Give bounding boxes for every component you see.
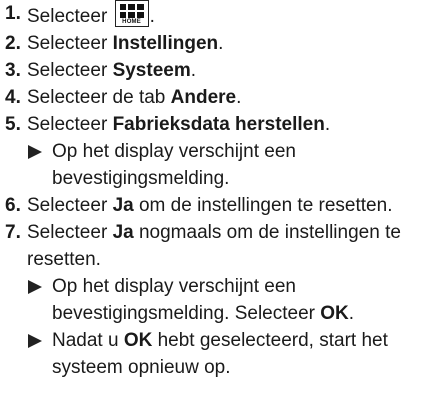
step-text: Selecteer	[27, 33, 108, 54]
step-number: 4.	[5, 87, 21, 108]
step-1: 1. Selecteer HOME .	[5, 0, 432, 30]
step-5: 5. Selecteer Fabrieksdata herstellen. Op…	[5, 111, 432, 192]
grid-icon	[119, 4, 144, 18]
result-note: Op het display verschijnt een bevestigin…	[27, 138, 432, 192]
step-number: 7.	[5, 222, 21, 243]
step-punctuation: .	[236, 87, 242, 108]
instruction-document: 1. Selecteer HOME . 2. Selecteer Instell…	[0, 0, 436, 397]
step-list: 1. Selecteer HOME . 2. Selecteer Instell…	[0, 0, 436, 381]
option-label: Ja	[112, 195, 134, 216]
menu-item-label: Systeem	[112, 60, 191, 81]
option-label: Ja	[112, 222, 134, 243]
step-4: 4. Selecteer de tab Andere.	[5, 84, 432, 111]
step-2: 2. Selecteer Instellingen.	[5, 30, 432, 57]
menu-item-label: Fabrieksdata herstellen	[112, 114, 325, 135]
step-6: 6. Selecteer Ja om de instellingen te re…	[5, 192, 432, 219]
result-text: Nadat u	[52, 330, 119, 351]
result-text: Op het display verschijnt een bevestigin…	[52, 276, 315, 324]
triangle-right-icon	[28, 145, 42, 159]
tab-label: Andere	[170, 87, 237, 108]
step-number: 1.	[5, 3, 21, 24]
step-punctuation: .	[348, 303, 355, 324]
step-text: Selecteer	[27, 114, 108, 135]
home-icon-label: HOME	[122, 19, 141, 25]
home-icon: HOME	[114, 0, 149, 27]
step-text: Selecteer	[27, 60, 108, 81]
result-note: Op het display verschijnt een bevestigin…	[27, 273, 432, 327]
step-text: Selecteer de tab	[27, 87, 166, 108]
step-text: Selecteer	[27, 222, 108, 243]
step-punctuation: .	[218, 33, 224, 54]
option-label: OK	[320, 303, 349, 324]
step-text: Selecteer	[27, 195, 108, 216]
step-number: 2.	[5, 33, 21, 54]
menu-item-label: Instellingen	[112, 33, 219, 54]
result-note: Nadat u OK hebt geselecteerd, start het …	[27, 327, 432, 381]
step-number: 6.	[5, 195, 21, 216]
triangle-right-icon	[28, 334, 42, 348]
step-text: Selecteer	[27, 6, 108, 27]
step-punctuation: .	[324, 114, 331, 135]
step-number: 3.	[5, 60, 21, 81]
step-7: 7. Selecteer Ja nogmaals om de instellin…	[5, 219, 432, 381]
step-text-after: om de instellingen te resetten.	[138, 195, 393, 216]
step-3: 3. Selecteer Systeem.	[5, 57, 432, 84]
step-punctuation: .	[190, 60, 197, 81]
option-label: OK	[123, 330, 153, 351]
step-punctuation: .	[149, 6, 155, 27]
step-number: 5.	[5, 114, 21, 135]
result-text: Op het display verschijnt een bevestigin…	[52, 141, 296, 189]
triangle-right-icon	[28, 280, 42, 294]
